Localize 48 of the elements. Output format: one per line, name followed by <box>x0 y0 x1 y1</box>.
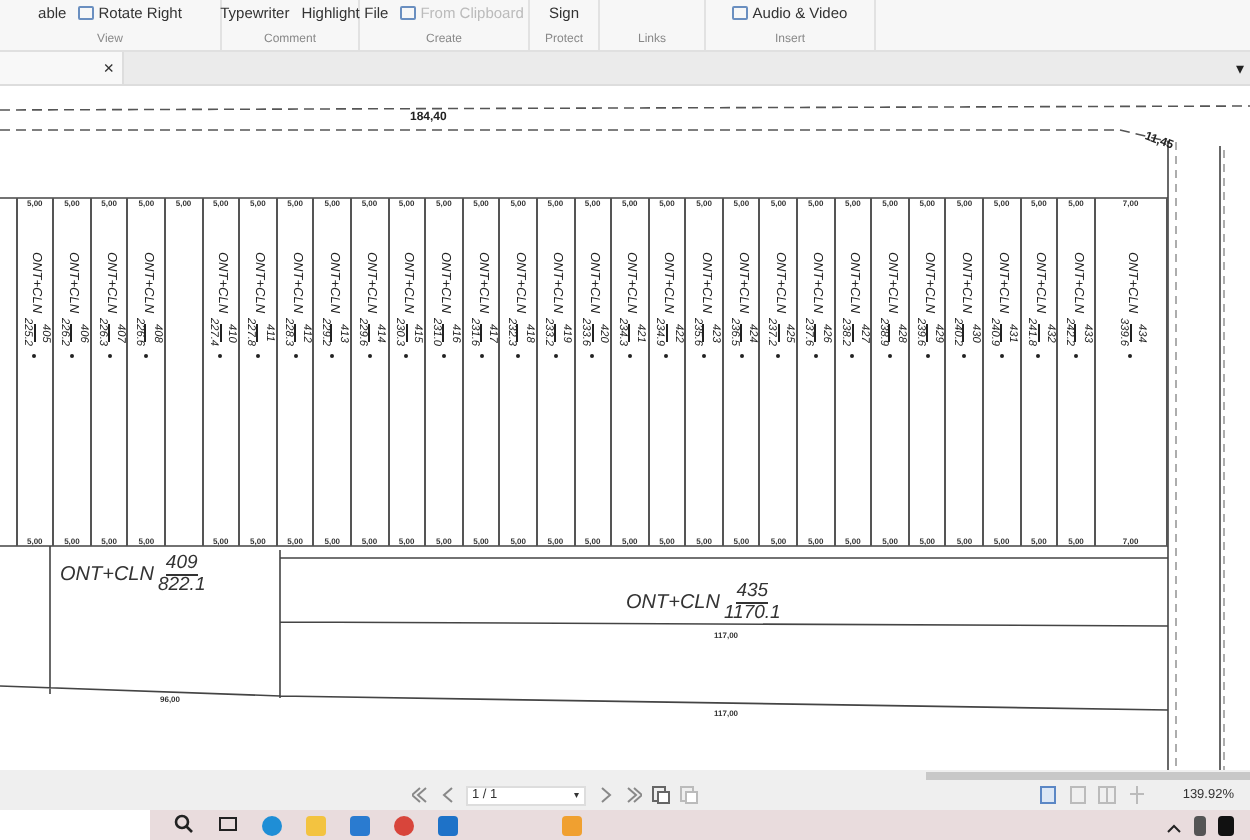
point-mark <box>1128 354 1133 359</box>
point-mark <box>255 354 260 359</box>
battery-icon[interactable] <box>1218 815 1234 835</box>
previous-page-icon[interactable] <box>438 786 456 804</box>
point-mark <box>441 354 446 359</box>
app-icon[interactable] <box>438 815 458 835</box>
tab-menu-button[interactable]: ▾ <box>1236 59 1250 77</box>
point-mark <box>739 354 744 359</box>
point-mark <box>107 354 112 359</box>
point-mark <box>850 354 855 359</box>
point-mark <box>813 354 818 359</box>
point-mark <box>962 354 967 359</box>
point-mark <box>664 354 669 359</box>
close-button[interactable]: × <box>103 59 114 77</box>
browser-icon[interactable] <box>262 815 282 835</box>
point-mark <box>627 354 632 359</box>
point-mark <box>702 354 707 359</box>
continuous-page-icon[interactable] <box>1068 786 1087 804</box>
point-mark <box>330 354 335 359</box>
two-page-icon[interactable] <box>1098 786 1117 804</box>
point-mark <box>293 354 298 359</box>
point-mark <box>479 354 484 359</box>
single-page-icon[interactable] <box>1038 786 1057 804</box>
point-mark <box>590 354 595 359</box>
app-icon[interactable] <box>562 815 582 835</box>
point-mark <box>144 354 149 359</box>
point-mark <box>516 354 521 359</box>
browser-icon[interactable] <box>394 815 414 835</box>
point-mark <box>1074 354 1079 359</box>
point-mark <box>32 354 37 359</box>
store-icon[interactable] <box>350 815 370 835</box>
point-mark <box>888 354 893 359</box>
first-page-icon[interactable] <box>410 786 428 804</box>
device-icon[interactable] <box>1194 815 1206 835</box>
last-page-icon[interactable] <box>624 786 642 804</box>
point-mark <box>367 354 372 359</box>
document-tab[interactable]: × <box>0 52 124 84</box>
point-mark <box>999 354 1004 359</box>
next-page-icon[interactable] <box>596 786 614 804</box>
point-mark <box>69 354 74 359</box>
point-mark <box>1036 354 1041 359</box>
point-mark <box>776 354 781 359</box>
point-mark <box>925 354 930 359</box>
point-mark <box>553 354 558 359</box>
point-mark <box>404 354 409 359</box>
scrollbar[interactable] <box>926 772 1250 780</box>
point-mark <box>218 354 223 359</box>
two-page-scroll-icon[interactable] <box>1128 786 1147 804</box>
